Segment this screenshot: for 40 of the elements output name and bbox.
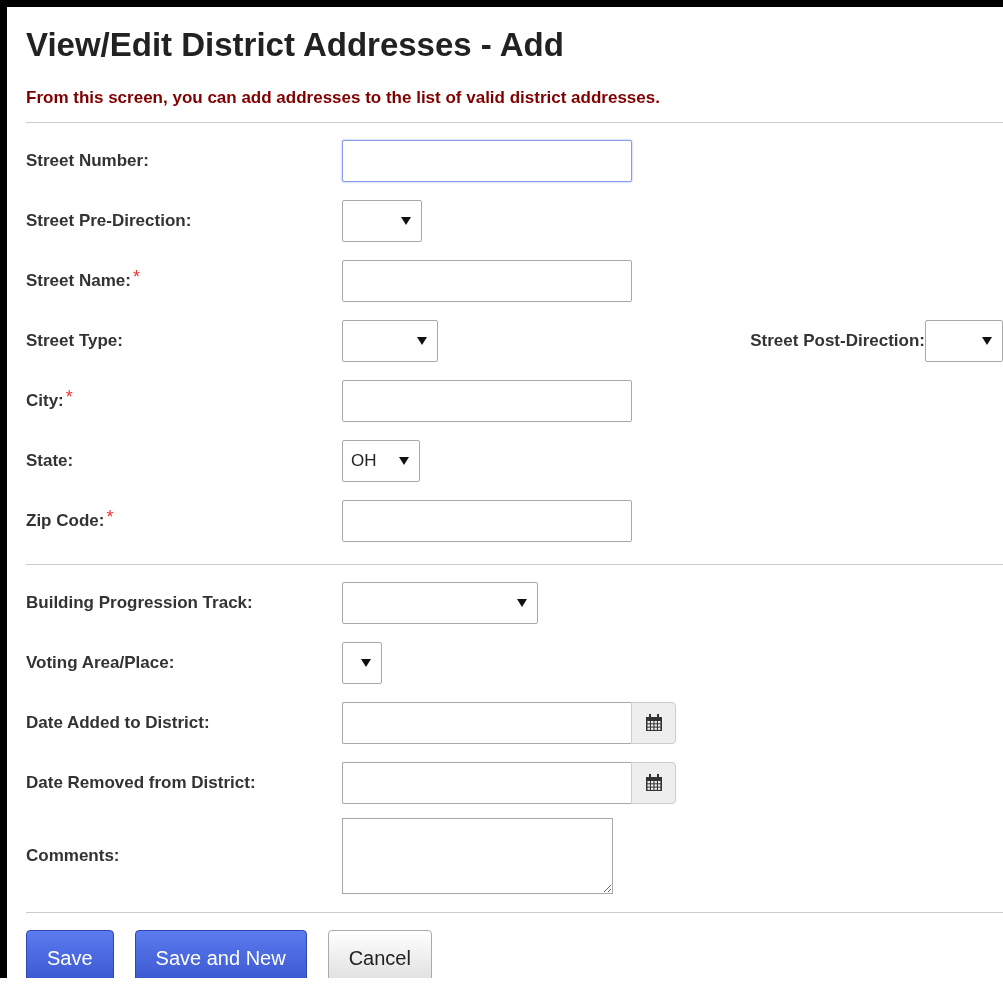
field-label: State: bbox=[26, 451, 74, 471]
field-label: Street Post-Direction: bbox=[750, 331, 925, 351]
caret-icon bbox=[401, 217, 411, 225]
field-label: Street Pre-Direction: bbox=[26, 211, 192, 231]
comments-field[interactable] bbox=[342, 818, 613, 894]
page-title: View/Edit District Addresses - Add bbox=[26, 25, 565, 65]
calendar-icon bbox=[644, 714, 663, 732]
caret-icon bbox=[417, 337, 427, 345]
text-field[interactable] bbox=[342, 260, 632, 302]
required-mark: * bbox=[132, 271, 140, 283]
field-label: Building Progression Track: bbox=[26, 593, 253, 613]
form-button[interactable]: Save and New bbox=[134, 930, 307, 978]
field-label: Voting Area/Place: bbox=[26, 653, 175, 673]
caret-icon bbox=[517, 599, 527, 607]
field-label: Comments: bbox=[26, 846, 120, 866]
calendar-button[interactable] bbox=[631, 762, 676, 804]
field-label: Street Name: bbox=[26, 271, 131, 291]
date-field[interactable] bbox=[342, 702, 631, 744]
dropdown[interactable] bbox=[342, 642, 382, 684]
dropdown[interactable]: OH bbox=[342, 440, 420, 482]
date-field[interactable] bbox=[342, 762, 631, 804]
form-button[interactable]: Save bbox=[26, 930, 114, 978]
caret-icon bbox=[982, 337, 992, 345]
required-mark: * bbox=[106, 511, 114, 523]
text-field[interactable] bbox=[342, 380, 632, 422]
field-label: Date Removed from District: bbox=[26, 773, 256, 793]
caret-icon bbox=[361, 659, 371, 667]
field-label: Street Type: bbox=[26, 331, 123, 351]
calendar-button[interactable] bbox=[631, 702, 676, 744]
form-button[interactable]: Cancel bbox=[327, 930, 432, 978]
field-label: City: bbox=[26, 391, 64, 411]
text-field[interactable] bbox=[342, 140, 632, 182]
required-mark: * bbox=[65, 391, 73, 403]
field-label: Street Number: bbox=[26, 151, 149, 171]
field-label: Date Added to District: bbox=[26, 713, 210, 733]
text-field[interactable] bbox=[342, 500, 632, 542]
field-label: Zip Code: bbox=[26, 511, 105, 531]
calendar-icon bbox=[644, 774, 663, 792]
page-description: From this screen, you can add addresses to the list of valid district addresses. bbox=[26, 87, 661, 109]
caret-icon bbox=[399, 457, 409, 465]
